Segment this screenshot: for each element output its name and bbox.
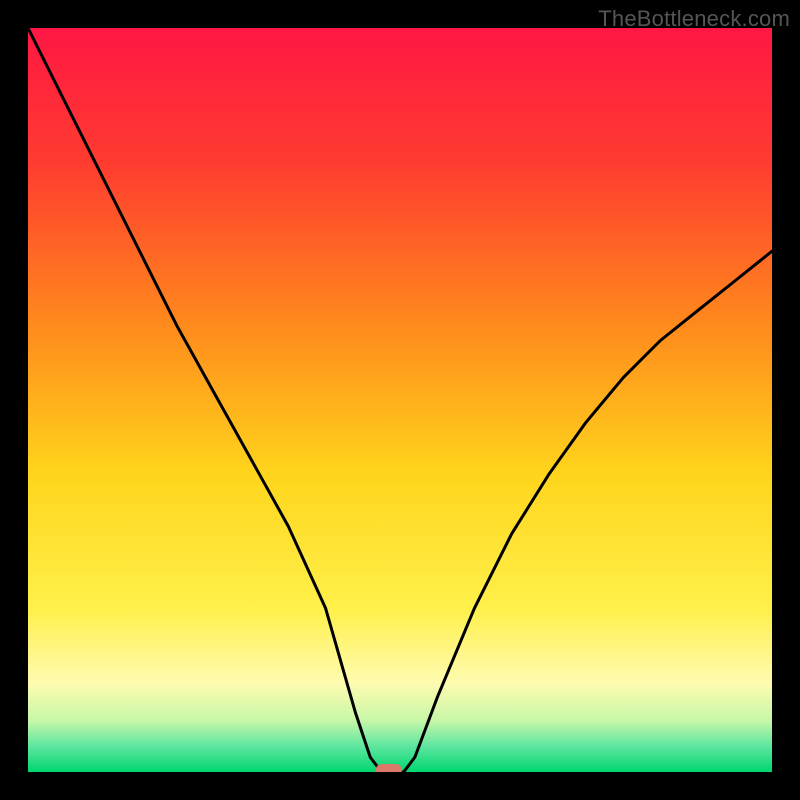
chart-svg bbox=[28, 28, 772, 772]
optimum-marker bbox=[376, 764, 402, 772]
watermark-text: TheBottleneck.com bbox=[598, 6, 790, 32]
plot-area bbox=[28, 28, 772, 772]
chart-frame: TheBottleneck.com bbox=[0, 0, 800, 800]
gradient-background bbox=[28, 28, 772, 772]
